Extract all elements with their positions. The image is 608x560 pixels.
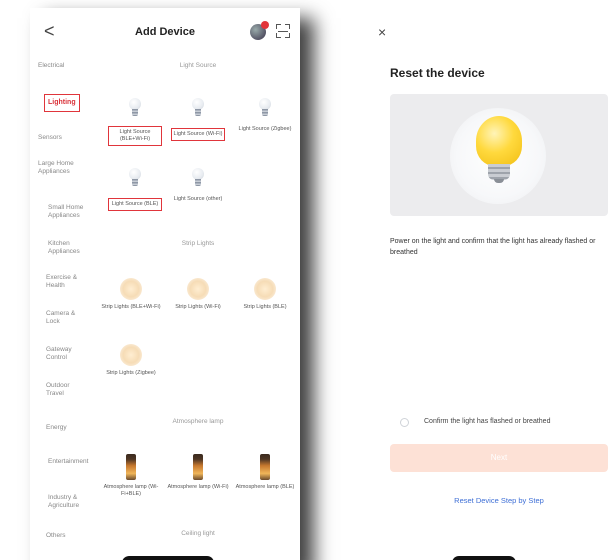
category-sensors[interactable]: Sensors — [38, 134, 102, 142]
category-outdoor-travel[interactable]: Outdoor Travel — [46, 382, 86, 398]
device-strip-lights-zigbee[interactable]: Strip Lights (Zigbee) — [96, 344, 166, 377]
device-light-source-ble-wifi[interactable]: Light Source (BLE+Wi-Fi) — [100, 98, 170, 146]
section-strip-lights: Strip Lights — [181, 240, 215, 247]
category-camera-lock[interactable]: Camera & Lock — [46, 310, 86, 326]
header: < Add Device — [30, 8, 300, 56]
device-atmosphere-lamp-wifi-ble[interactable]: Atmosphere lamp (Wi-Fi+BLE) — [96, 454, 166, 498]
category-energy[interactable]: Energy — [46, 424, 110, 432]
bulb-icon — [126, 168, 144, 192]
bulb-base — [488, 164, 510, 180]
section-light-source: Light Source — [179, 62, 217, 69]
strip-light-icon — [120, 344, 142, 366]
device-light-source-ble[interactable]: Light Source (BLE) — [100, 168, 170, 211]
scan-qr-icon[interactable] — [276, 24, 290, 38]
category-entertainment[interactable]: Entertainment — [48, 458, 94, 466]
notification-dot — [261, 21, 269, 29]
auto-scan-icon[interactable] — [250, 21, 269, 40]
category-exercise-health[interactable]: Exercise & Health — [46, 274, 92, 290]
next-button[interactable]: Next — [390, 444, 608, 472]
confirm-checkbox[interactable] — [400, 418, 409, 427]
reset-device-screen: × Reset the device Power on the light an… — [370, 8, 608, 560]
add-device-screen: < Add Device Electrical Lighting Sensors… — [30, 8, 300, 560]
device-strip-lights-ble[interactable]: Strip Lights (BLE) — [230, 278, 300, 311]
home-indicator — [122, 556, 214, 560]
strip-light-icon — [120, 278, 142, 300]
device-atmosphere-lamp-ble[interactable]: Atmosphere lamp (BLE) — [230, 454, 300, 491]
category-industry-agriculture[interactable]: Industry & Agriculture — [48, 494, 96, 510]
device-strip-lights-ble-wifi[interactable]: Strip Lights (BLE+Wi-Fi) — [96, 278, 166, 311]
category-others[interactable]: Others — [46, 532, 110, 540]
page-title: Reset the device — [390, 66, 485, 80]
reset-step-by-step-link[interactable]: Reset Device Step by Step — [390, 496, 608, 505]
device-light-source-wifi[interactable]: Light Source (Wi-Fi) — [163, 98, 233, 141]
bulb-icon — [476, 116, 522, 166]
device-strip-lights-wifi[interactable]: Strip Lights (Wi-Fi) — [163, 278, 233, 311]
category-gateway-control[interactable]: Gateway Control — [46, 346, 86, 362]
category-lighting[interactable]: Lighting — [44, 94, 80, 112]
section-atmosphere-lamp: Atmosphere lamp — [172, 418, 224, 425]
confirm-label[interactable]: Confirm the light has flashed or breathe… — [424, 418, 550, 425]
atmosphere-lamp-icon — [126, 454, 136, 480]
category-large-home-appliances[interactable]: Large Home Appliances — [38, 160, 84, 176]
instruction-text: Power on the light and confirm that the … — [390, 238, 596, 256]
strip-light-icon — [254, 278, 276, 300]
category-electrical[interactable]: Electrical — [38, 62, 102, 70]
atmosphere-lamp-icon — [260, 454, 270, 480]
bulb-icon — [256, 98, 274, 122]
atmosphere-lamp-icon — [193, 454, 203, 480]
category-small-home-appliances[interactable]: Small Home Appliances — [48, 204, 100, 220]
category-kitchen-appliances[interactable]: Kitchen Appliances — [48, 240, 94, 256]
device-light-source-other[interactable]: Light Source (other) — [163, 168, 233, 203]
strip-light-icon — [187, 278, 209, 300]
device-atmosphere-lamp-wifi[interactable]: Atmosphere lamp (Wi-Fi) — [163, 454, 233, 491]
bulb-icon — [189, 168, 207, 192]
section-ceiling-light: Ceiling light — [181, 530, 215, 537]
close-button[interactable]: × — [378, 24, 386, 40]
home-indicator — [452, 556, 516, 560]
bulb-icon — [126, 98, 144, 122]
bulb-illustration — [390, 94, 608, 216]
device-light-source-zigbee[interactable]: Light Source (Zigbee) — [230, 98, 300, 133]
confirm-row[interactable]: Confirm the light has flashed or breathe… — [400, 416, 608, 430]
bulb-icon — [189, 98, 207, 122]
